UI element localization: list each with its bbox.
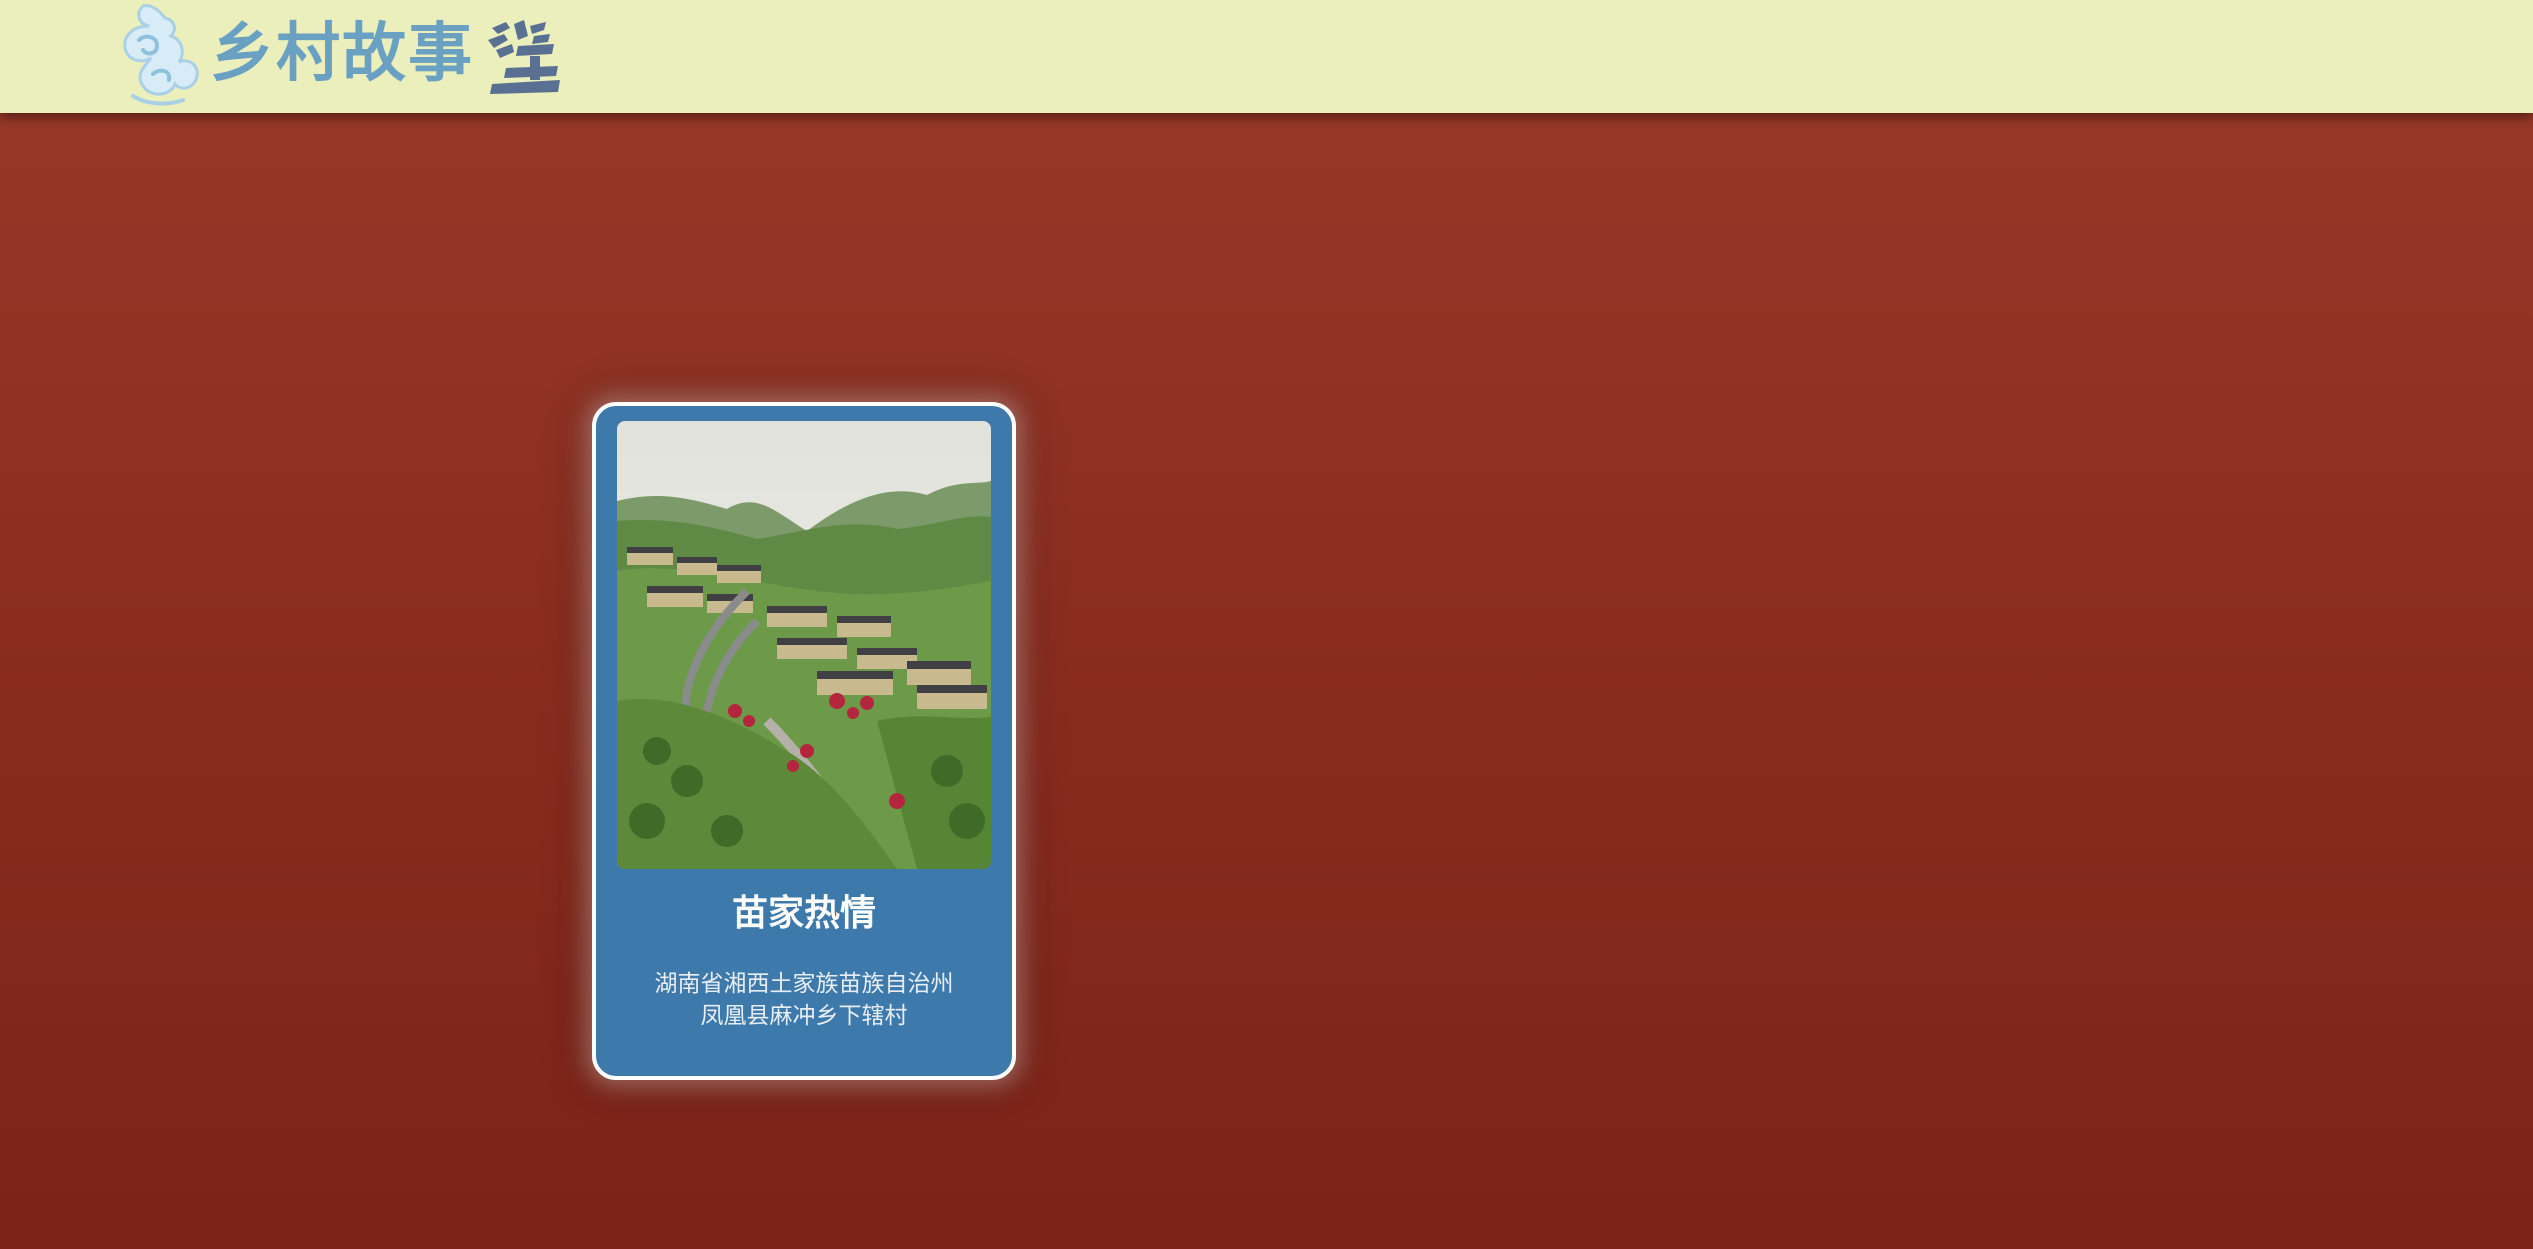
site-header: 乡村故事 (0, 0, 2533, 113)
site-title[interactable]: 乡村故事 (210, 14, 474, 94)
hillside-village-photo[interactable] (617, 421, 991, 869)
cloud-swirl-icon[interactable] (105, 0, 205, 110)
card-address: 湖南省湘西土家族苗族自治州 凤凰县麻冲乡下辖村 (596, 968, 1012, 1032)
card-address-line: 湖南省湘西土家族苗族自治州 (654, 971, 954, 997)
story-card[interactable]: 苗家热情 湖南省湘西土家族苗族自治州 凤凰县麻冲乡下辖村 (592, 402, 1016, 1080)
calligraphy-seal-icon (488, 20, 560, 94)
card-title[interactable]: 苗家热情 (596, 892, 1012, 936)
card-address-line: 凤凰县麻冲乡下辖村 (700, 1003, 908, 1029)
